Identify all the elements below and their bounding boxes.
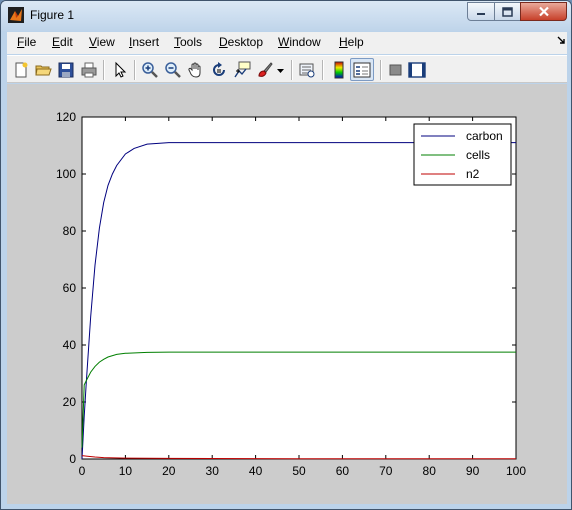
menu-file-label: ile: [24, 35, 37, 49]
figure-toolbar: [7, 55, 567, 83]
new-figure-icon[interactable]: [12, 61, 30, 79]
legend[interactable]: carbon cells n2: [413, 123, 512, 186]
y-tick-label: 120: [56, 110, 76, 124]
close-button[interactable]: [520, 2, 567, 21]
x-tick-label: 30: [206, 464, 220, 478]
legend-label-carbon: carbon: [466, 129, 503, 143]
y-tick-label: 0: [69, 452, 76, 466]
x-tick-label: 80: [423, 464, 437, 478]
menu-insert[interactable]: Insert: [129, 35, 159, 49]
x-tick-label: 50: [292, 464, 306, 478]
menu-help-label: elp: [347, 35, 364, 49]
x-tick-label: 100: [506, 464, 526, 478]
insert-legend-icon[interactable]: [353, 61, 371, 79]
y-tick-label: 100: [56, 167, 76, 181]
close-icon: [538, 6, 549, 17]
menu-insert-label: nsert: [132, 35, 160, 49]
minimize-button[interactable]: [467, 2, 495, 21]
menu-window-label: indow: [289, 35, 321, 49]
menu-tools-label: ools: [180, 35, 203, 49]
open-file-icon[interactable]: [34, 61, 52, 79]
insert-colorbar-icon[interactable]: [330, 61, 348, 79]
toolbar-separator: [322, 60, 324, 80]
y-tick-label: 20: [63, 395, 77, 409]
rotate-3d-icon[interactable]: [210, 61, 228, 79]
data-cursor-icon[interactable]: [233, 61, 251, 79]
title-bar[interactable]: Figure 1: [1, 1, 571, 31]
menu-view[interactable]: View: [89, 35, 115, 49]
minimize-icon: [477, 12, 485, 15]
menu-help-mnemonic: H: [339, 35, 348, 49]
toolbar-separator: [103, 60, 105, 80]
maximize-button[interactable]: [494, 2, 521, 21]
zoom-in-icon[interactable]: [141, 61, 159, 79]
x-tick-label: 40: [249, 464, 263, 478]
link-plot-icon[interactable]: [298, 61, 316, 79]
menu-window-mnemonic: W: [278, 35, 290, 49]
legend-label-n2: n2: [466, 167, 480, 181]
figure-window: Figure 1 File Edit View Insert Tools Des…: [0, 0, 572, 510]
zoom-out-icon[interactable]: [164, 61, 182, 79]
menu-desktop-mnemonic: D: [219, 35, 228, 49]
figure-canvas[interactable]: 0 10 20 30 40 50 60 70 80 90 100 0 20 40 60 80 100 120 ca…: [7, 84, 567, 504]
y-tick-label: 60: [63, 281, 77, 295]
line-chart[interactable]: 0 10 20 30 40 50 60 70 80 90 100 0 20 40 60 80 100 120 ca…: [7, 84, 567, 504]
x-tick-label: 90: [466, 464, 480, 478]
menu-desktop[interactable]: Desktop: [219, 35, 263, 49]
show-plot-tools-icon[interactable]: [408, 61, 426, 79]
y-tick-label: 40: [63, 338, 77, 352]
menu-desktop-label: esktop: [227, 35, 264, 49]
x-tick-label: 0: [79, 464, 86, 478]
save-icon[interactable]: [57, 61, 75, 79]
menu-tools[interactable]: Tools: [174, 35, 202, 49]
pan-hand-icon[interactable]: [187, 61, 205, 79]
menu-help[interactable]: Help: [339, 35, 364, 49]
y-tick-label: 80: [63, 224, 77, 238]
window-title: Figure 1: [30, 8, 75, 22]
dock-figure-icon[interactable]: [557, 36, 566, 45]
legend-label-cells: cells: [466, 148, 490, 162]
menu-file[interactable]: File: [17, 35, 36, 49]
toolbar-separator: [291, 60, 293, 80]
menu-edit-label: dit: [60, 35, 73, 49]
x-tick-label: 60: [336, 464, 350, 478]
menu-window[interactable]: Window: [278, 35, 321, 49]
x-tick-label: 10: [119, 464, 133, 478]
edit-plot-arrow-icon[interactable]: [111, 61, 129, 79]
menu-edit[interactable]: Edit: [52, 35, 73, 49]
x-tick-label: 20: [162, 464, 176, 478]
brush-icon[interactable]: [256, 61, 274, 79]
toolbar-separator: [380, 60, 382, 80]
matlab-app-icon[interactable]: [8, 7, 24, 23]
menu-bar: File Edit View Insert Tools Desktop Wind…: [7, 32, 567, 54]
menu-view-mnemonic: V: [89, 35, 97, 49]
print-icon[interactable]: [80, 61, 98, 79]
hide-plot-tools-icon[interactable]: [387, 61, 405, 79]
menu-view-label: iew: [96, 35, 115, 49]
brush-dropdown-icon[interactable]: [276, 61, 285, 79]
x-tick-label: 70: [379, 464, 393, 478]
toolbar-separator: [134, 60, 136, 80]
maximize-icon: [502, 6, 513, 17]
menu-edit-mnemonic: E: [52, 35, 61, 49]
